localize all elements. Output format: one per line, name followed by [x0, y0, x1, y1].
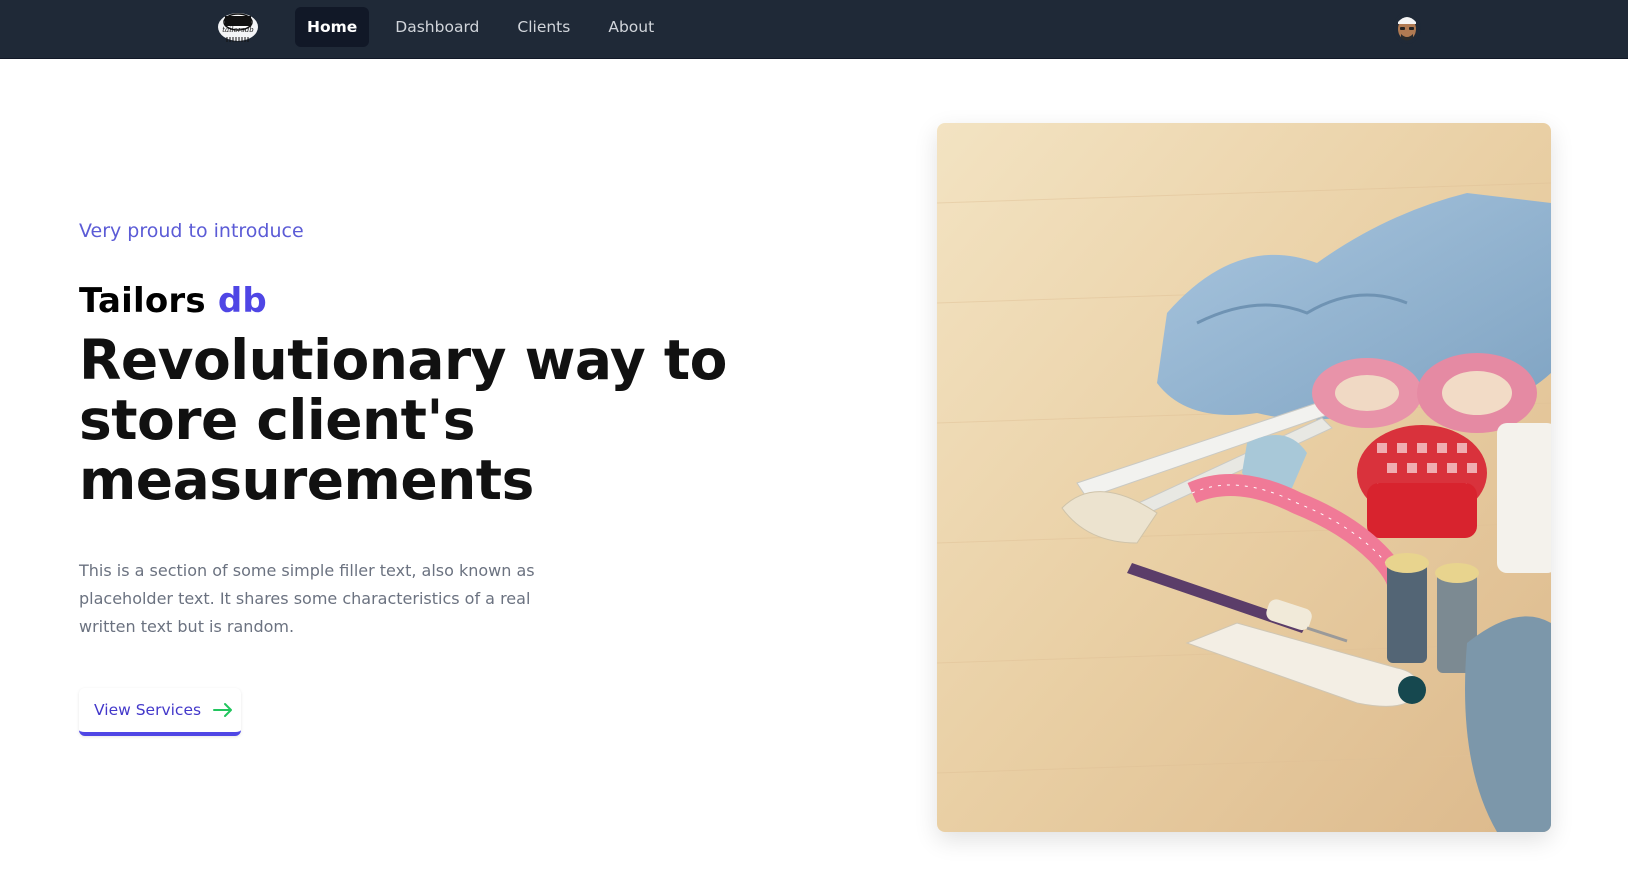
- arrow-right-icon: [213, 703, 233, 717]
- hero-brand: Tailors db: [79, 281, 267, 321]
- brand-accent: db: [217, 281, 267, 321]
- nav-about[interactable]: About: [596, 7, 666, 47]
- brand-prefix: Tailors: [79, 281, 206, 321]
- hero-body: This is a section of some simple filler …: [79, 561, 535, 636]
- avatar-icon: [1393, 12, 1421, 44]
- top-navbar: tailorsdb Home Dashboard Clients About: [0, 0, 1628, 59]
- cta-label: View Services: [94, 701, 202, 719]
- view-services-button[interactable]: View Services: [79, 688, 241, 736]
- hero-eyebrow: Very proud to introduce: [79, 220, 304, 242]
- hero-image: [937, 123, 1551, 832]
- main-nav: Home Dashboard Clients About: [295, 7, 666, 47]
- tape-measure-logo-icon: tailorsdb: [218, 13, 258, 42]
- tailorsdb-logo[interactable]: tailorsdb: [215, 8, 261, 46]
- user-avatar[interactable]: [1393, 12, 1421, 44]
- sewing-supplies-image: [937, 123, 1551, 832]
- svg-text:tailorsdb: tailorsdb: [222, 26, 254, 34]
- hero-headline: Revolutionary way to store client's meas…: [79, 328, 727, 512]
- nav-dashboard[interactable]: Dashboard: [383, 7, 491, 47]
- nav-home[interactable]: Home: [295, 7, 370, 47]
- nav-clients[interactable]: Clients: [505, 7, 582, 47]
